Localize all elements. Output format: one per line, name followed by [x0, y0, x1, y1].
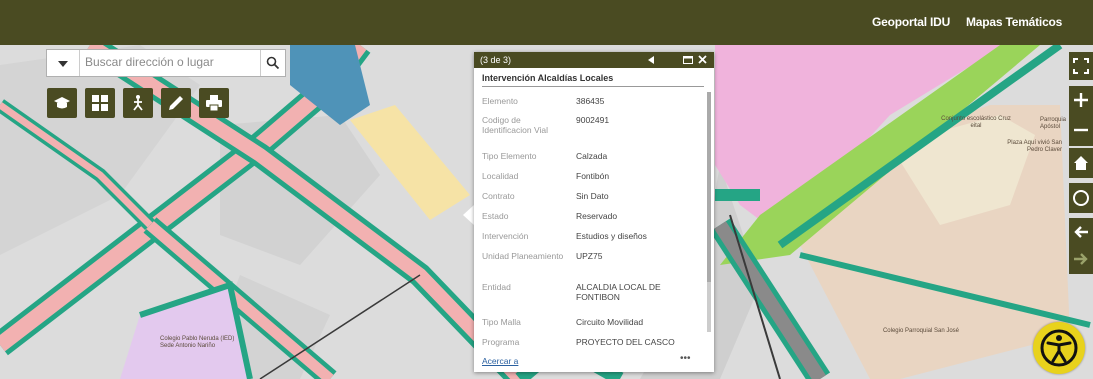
field-label: Programa [482, 337, 520, 347]
field-value: PROYECTO DEL CASCO [576, 337, 675, 347]
locate-icon [1073, 190, 1089, 206]
home-icon [1074, 156, 1088, 170]
printer-icon [206, 95, 222, 112]
locate-button[interactable] [1069, 183, 1093, 213]
previous-feature-icon[interactable] [647, 56, 655, 64]
geoportal-idu-link[interactable]: Geoportal IDU [872, 15, 950, 29]
map-label-plaza: Plaza Aquí vivió San Pedro Claver [1007, 140, 1062, 153]
field-label: Contrato [482, 191, 515, 201]
field-value: Estudios y diseños [576, 231, 647, 241]
field-label: Entidad [482, 282, 511, 292]
scrollbar-thumb[interactable] [707, 92, 711, 282]
search-source-dropdown[interactable] [47, 50, 80, 76]
print-button[interactable] [199, 88, 229, 118]
fullscreen-button[interactable] [1069, 52, 1093, 80]
field-value: 386435 [576, 96, 605, 106]
search-icon [266, 56, 280, 70]
accessibility-button[interactable] [1033, 322, 1085, 374]
map-label-colegio-parroquial: Colegio Parroquial San José [882, 328, 960, 334]
popup-pointer [463, 205, 474, 225]
field-label: Tipo Elemento [482, 151, 537, 161]
zoom-out-icon[interactable] [1073, 122, 1089, 138]
maximize-icon[interactable] [683, 56, 693, 64]
person-route-icon [133, 95, 143, 111]
popup-header: (3 de 3) [474, 52, 714, 68]
top-bar: Geoportal IDU Mapas Temáticos [0, 0, 1093, 45]
map-label-conjunto: Conjunto escolástico Cruz eital [941, 116, 1011, 129]
mapas-tematicos-link[interactable]: Mapas Temáticos [966, 15, 1062, 29]
pencil-icon [169, 96, 183, 110]
field-label: Codigo de Identificacion Vial [482, 115, 548, 135]
education-tool-button[interactable] [47, 88, 77, 118]
field-value: Sin Dato [576, 191, 609, 201]
field-label: Unidad Planeamiento [482, 251, 564, 261]
field-label: Tipo Malla [482, 317, 521, 327]
field-value: Circuito Movilidad [576, 317, 644, 327]
grid-icon [92, 95, 108, 111]
info-popup: (3 de 3) Intervención Alcaldías Locales … [474, 52, 714, 372]
accessibility-icon [1040, 329, 1078, 367]
search-button[interactable] [260, 50, 285, 76]
field-label: Estado [482, 211, 509, 221]
forward-arrow-icon[interactable] [1073, 251, 1089, 267]
fullscreen-icon [1073, 58, 1089, 74]
navigation-history [1069, 218, 1093, 274]
field-value: Fontibón [576, 171, 610, 181]
field-value: Reservado [576, 211, 618, 221]
popup-divider [482, 86, 704, 87]
back-arrow-icon[interactable] [1073, 224, 1089, 240]
popup-scrollbar[interactable] [707, 92, 711, 332]
zoom-in-icon[interactable] [1073, 92, 1089, 108]
basemap-gallery-button[interactable] [85, 88, 115, 118]
field-value: UPZ75 [576, 251, 603, 261]
field-label: Intervención [482, 231, 529, 241]
field-label: Localidad [482, 171, 519, 181]
routing-tool-button[interactable] [123, 88, 153, 118]
draw-tool-button[interactable] [161, 88, 191, 118]
graduation-cap-icon [54, 97, 70, 109]
search-box [46, 49, 286, 77]
zoom-to-link[interactable]: Acercar a [482, 356, 518, 366]
home-button[interactable] [1069, 148, 1093, 178]
search-input[interactable] [85, 53, 265, 71]
field-value: Calzada [576, 151, 608, 161]
field-value: 9002491 [576, 115, 610, 125]
field-value: ALCALDIA LOCAL DE FONTIBON [576, 282, 661, 302]
close-icon[interactable] [698, 55, 707, 64]
popup-title: Intervención Alcaldías Locales [482, 73, 614, 83]
popup-footer: Acercar a ••• [474, 352, 714, 372]
zoom-control [1069, 86, 1093, 146]
more-actions-button[interactable]: ••• [680, 353, 691, 364]
map-label-colegio-pablo-neruda: Colegio Pablo Neruda (IED) Sede Antonio … [160, 336, 235, 349]
field-label: Elemento [482, 96, 518, 106]
popup-counter: (3 de 3) [480, 55, 512, 65]
